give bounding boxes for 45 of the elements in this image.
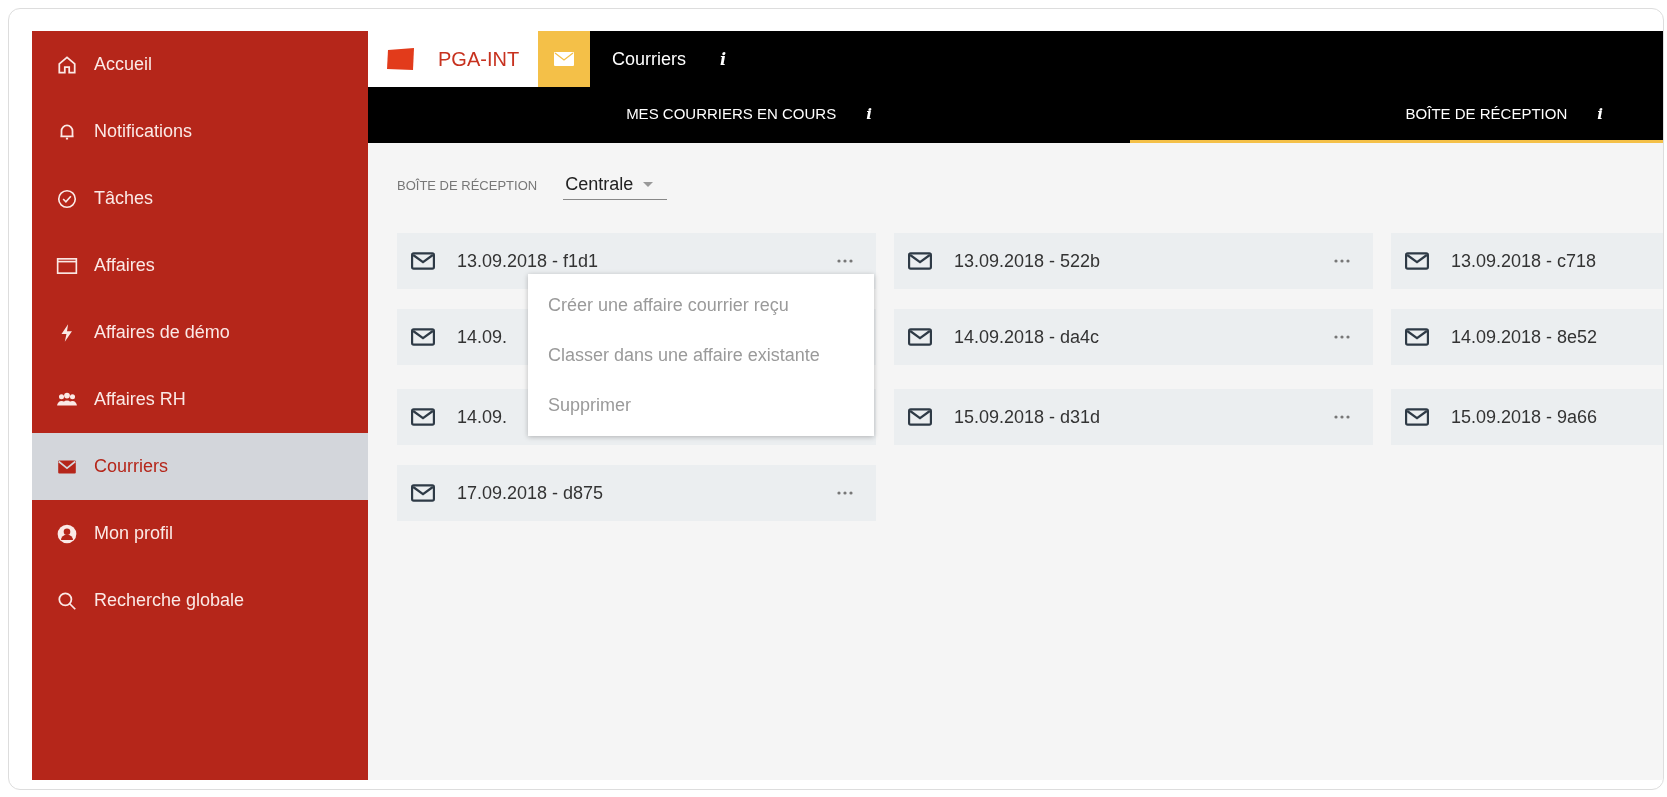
info-button[interactable]: i [720,49,727,69]
envelope-icon [411,328,435,346]
mail-card[interactable]: 17.09.2018 - d875 [397,465,876,521]
mail-card[interactable]: 13.09.2018 - 522b [894,233,1373,289]
user-icon [56,522,78,545]
page-title: Courriers [612,48,686,70]
caret-icon [643,182,654,187]
more-icon[interactable] [1333,259,1351,263]
more-icon[interactable] [1333,415,1351,419]
check-circle-icon [56,187,78,210]
sidebar-item[interactable]: Notifications [32,98,368,165]
envelope-icon [908,408,932,426]
envelope-icon [908,328,932,346]
search-icon [56,589,78,612]
envelope-icon [411,252,435,270]
sidebar-item[interactable]: Tâches [32,165,368,232]
envelope-icon [1405,408,1429,426]
logo-icon [386,47,416,71]
mail-icon [554,52,574,66]
mail-card[interactable]: 13.09.2018 - c718 [1391,233,1663,289]
more-icon[interactable] [1333,335,1351,339]
sidebar-item[interactable]: Affaires RH [32,366,368,433]
mail-card[interactable]: 15.09.2018 - d31d [894,389,1373,445]
brand-logo[interactable]: PGA-INT [368,31,538,87]
envelope-icon [411,484,435,502]
mail-card[interactable]: 15.09.2018 - 9a66 [1391,389,1663,445]
sidebar-item[interactable]: Affaires de démo [32,299,368,366]
filter-label: BOÎTE DE RÉCEPTION [397,177,538,193]
sidebar-item[interactable]: Recherche globale [32,567,368,634]
sidebar-item[interactable]: Accueil [32,31,368,98]
brand-name: PGA-INT [438,47,520,71]
sidebar-item[interactable]: Courriers [32,433,368,500]
mail-card[interactable]: 14.09.2018 - 8e52 [1391,309,1663,365]
mailbox-dropdown[interactable]: Centrale [563,170,668,200]
envelope-icon [1405,252,1429,270]
envelope-icon [1405,328,1429,346]
tab[interactable]: MES COURRIERS EN COURS i [368,87,1130,143]
more-icon[interactable] [836,259,854,263]
tab[interactable]: BOÎTE DE RÉCEPTION i [1130,87,1663,143]
envelope-icon [908,252,932,270]
sidebar-item[interactable]: Affaires [32,232,368,299]
envelope-icon [411,408,435,426]
mail-card[interactable]: 14.09.2018 - da4c [894,309,1373,365]
more-icon[interactable] [836,491,854,495]
sidebar-item[interactable]: Mon profil [32,500,368,567]
